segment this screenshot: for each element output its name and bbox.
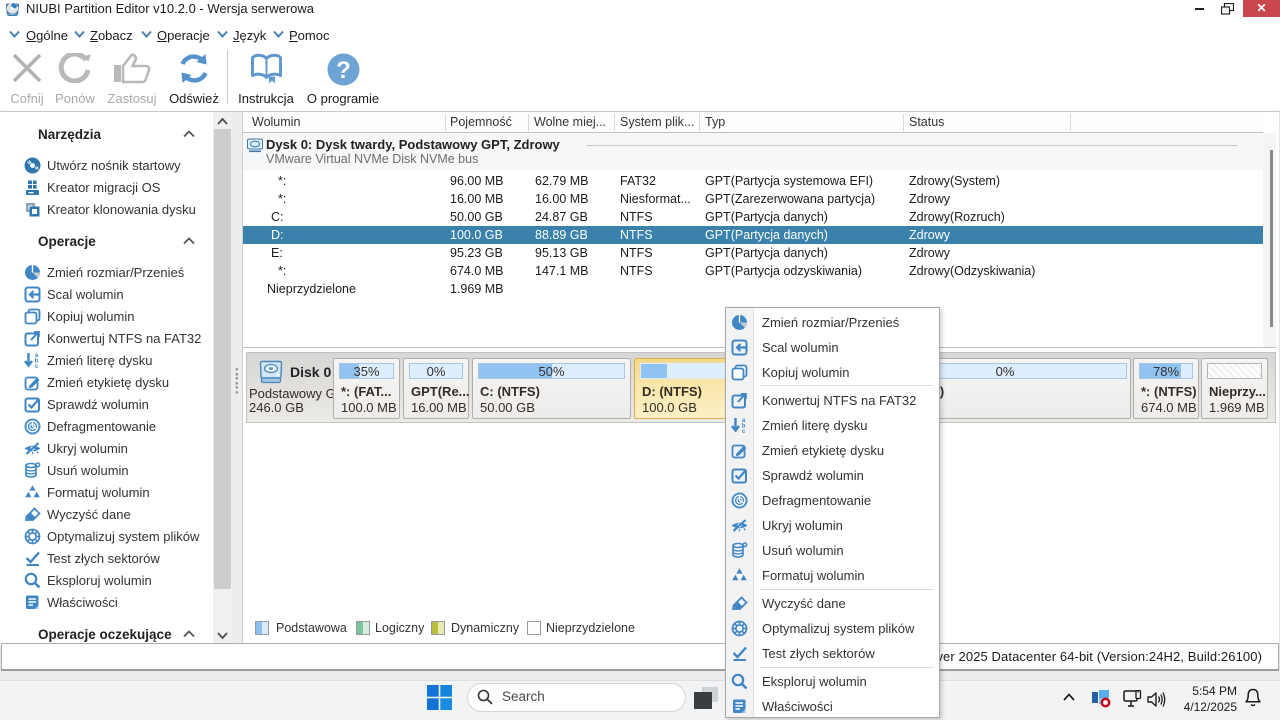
- svg-text:?: ?: [336, 57, 351, 84]
